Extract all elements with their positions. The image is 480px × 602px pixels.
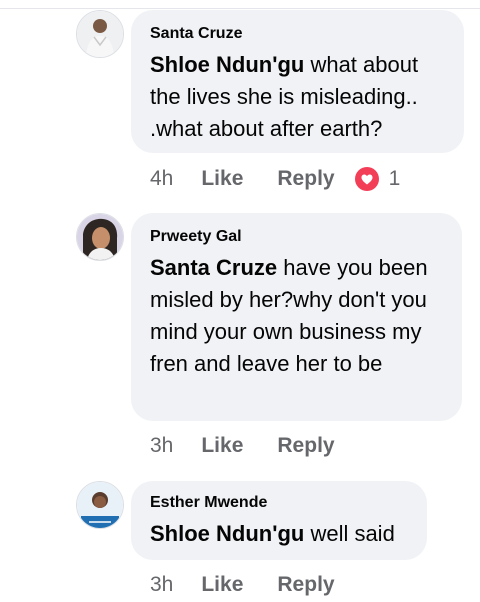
comment-text: Shloe Ndun'gu what about the lives she i… bbox=[150, 49, 444, 145]
comment-author[interactable]: Santa Cruze bbox=[150, 24, 444, 44]
reaction-count: 1 bbox=[388, 167, 401, 190]
comment-author[interactable]: Esther Mwende bbox=[150, 493, 407, 513]
comment-text: Santa Cruze have you been misled by her?… bbox=[150, 252, 442, 380]
comment-text: Shloe Ndun'gu well said bbox=[150, 518, 407, 550]
like-button[interactable]: Like bbox=[201, 167, 243, 191]
love-reaction-icon bbox=[354, 167, 379, 191]
comment-actions: 4h Like Reply 1 bbox=[150, 164, 400, 194]
reaction-summary[interactable]: 1 bbox=[354, 167, 401, 191]
comment-bubble: Santa Cruze Shloe Ndun'gu what about the… bbox=[131, 10, 464, 153]
like-button[interactable]: Like bbox=[201, 573, 243, 597]
comment-author[interactable]: Prweety Gal bbox=[150, 227, 442, 247]
comment-bubble: Esther Mwende Shloe Ndun'gu well said bbox=[131, 481, 427, 560]
avatar[interactable] bbox=[76, 10, 124, 58]
avatar[interactable] bbox=[76, 481, 124, 529]
avatar-photo bbox=[77, 11, 123, 57]
comment-actions: 3h Like Reply bbox=[150, 431, 369, 461]
avatar-photo bbox=[77, 482, 123, 528]
comment-bubble: Prweety Gal Santa Cruze have you been mi… bbox=[131, 213, 462, 421]
comment-actions: 3h Like Reply bbox=[150, 570, 369, 600]
avatar[interactable] bbox=[76, 213, 124, 261]
reply-button[interactable]: Reply bbox=[277, 167, 334, 191]
avatar-photo bbox=[77, 214, 123, 260]
comment-timestamp[interactable]: 3h bbox=[150, 573, 173, 597]
mention-link[interactable]: Shloe Ndun'gu bbox=[150, 521, 304, 546]
mention-link[interactable]: Santa Cruze bbox=[150, 255, 277, 280]
like-button[interactable]: Like bbox=[201, 434, 243, 458]
divider bbox=[0, 8, 480, 9]
comment-timestamp[interactable]: 4h bbox=[150, 167, 173, 191]
reply-button[interactable]: Reply bbox=[277, 573, 334, 597]
comment-timestamp[interactable]: 3h bbox=[150, 434, 173, 458]
mention-link[interactable]: Shloe Ndun'gu bbox=[150, 52, 304, 77]
reply-button[interactable]: Reply bbox=[277, 434, 334, 458]
comment-body: well said bbox=[304, 521, 395, 546]
